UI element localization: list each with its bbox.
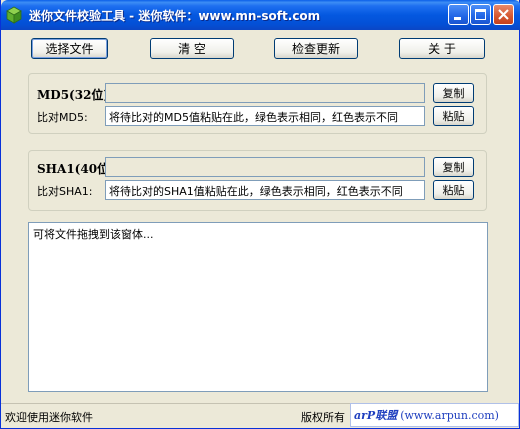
watermark-url: (www.arpun.com) (400, 408, 499, 422)
close-button[interactable] (493, 4, 514, 25)
title-bar[interactable]: 迷你文件校验工具 - 迷你软件：www.mn-soft.com (1, 0, 520, 30)
file-drop-area[interactable]: 可将文件拖拽到该窗体... (28, 222, 488, 392)
window-title: 迷你文件校验工具 - 迷你软件：www.mn-soft.com (29, 9, 321, 23)
sha1-compare-label: 比对SHA1: (37, 185, 93, 198)
sha1-compare-input[interactable]: 将待比对的SHA1值粘贴在此，绿色表示相同，红色表示不同 (105, 180, 425, 200)
app-icon (6, 6, 22, 24)
minimize-button[interactable] (448, 4, 469, 25)
sha1-copy-button[interactable]: 复制 (433, 157, 474, 177)
check-update-button[interactable]: 检查更新 (274, 38, 358, 59)
main-window: 迷你文件校验工具 - 迷你软件：www.mn-soft.com 选择文件 清 空… (0, 0, 520, 429)
sha1-output-field[interactable] (105, 157, 425, 177)
md5-output-field[interactable] (105, 83, 425, 103)
sha1-label: SHA1(40位) (37, 162, 115, 176)
maximize-button[interactable] (470, 4, 491, 25)
close-icon (498, 9, 509, 20)
maximize-icon (475, 9, 486, 20)
md5-copy-button[interactable]: 复制 (433, 83, 474, 103)
md5-compare-input[interactable]: 将待比对的MD5值粘贴在此，绿色表示相同，红色表示不同 (105, 106, 425, 126)
md5-paste-button[interactable]: 粘贴 (433, 106, 474, 126)
clear-button[interactable]: 清 空 (150, 38, 234, 59)
watermark-brand: arP联盟 (354, 409, 398, 422)
status-welcome-text: 欢迎使用迷你软件 (5, 411, 93, 424)
status-copyright-text: 版权所有 (301, 411, 345, 424)
md5-compare-label: 比对MD5: (37, 111, 88, 124)
select-file-button[interactable]: 选择文件 (31, 38, 108, 59)
site-watermark: arP联盟 (www.arpun.com) (350, 403, 519, 427)
sha1-paste-button[interactable]: 粘贴 (433, 180, 474, 200)
about-button[interactable]: 关 于 (399, 38, 485, 59)
minimize-icon (454, 17, 461, 20)
drop-area-hint: 可将文件拖拽到该窗体... (33, 228, 154, 241)
md5-label: MD5(32位): (37, 88, 114, 102)
